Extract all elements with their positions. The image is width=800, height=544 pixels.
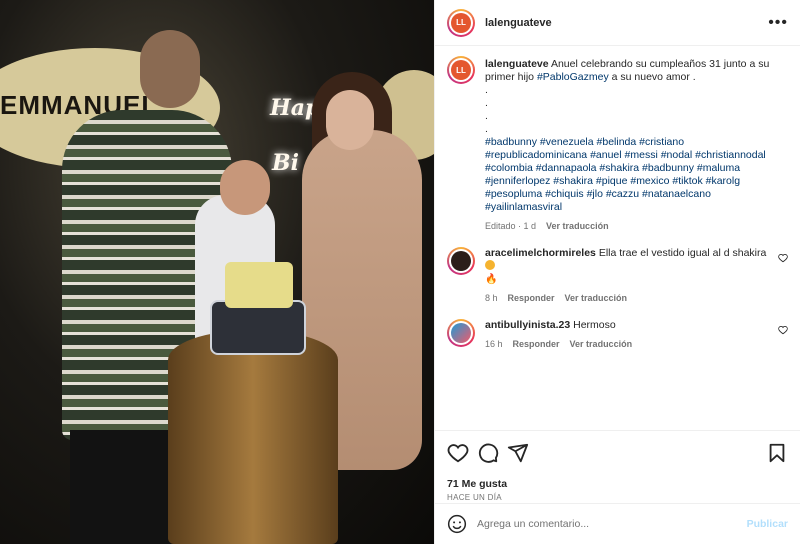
comment-bubble-icon[interactable]	[477, 442, 499, 464]
caption-avatar[interactable]: LL	[447, 56, 475, 84]
comment-time: 8 h	[485, 293, 498, 303]
likes-count[interactable]: 71 Me gusta	[447, 478, 788, 490]
comment-avatar[interactable]	[447, 247, 475, 275]
caption-dot: .	[485, 97, 488, 109]
avatar-image	[451, 251, 471, 271]
man-legs	[70, 430, 170, 544]
comment-meta: 16 h Responder Ver traducción	[485, 338, 775, 351]
like-comment-heart-icon[interactable]	[778, 325, 788, 335]
add-comment-bar: Publicar	[435, 503, 800, 544]
caption-username[interactable]: lalenguateve	[485, 58, 549, 70]
fire-icon: 🔥	[485, 274, 498, 285]
neon-sign-bottom: Bi	[272, 150, 299, 176]
caption: LL lalenguateve Anuel celebrando su cump…	[447, 56, 788, 233]
save-bookmark-icon[interactable]	[766, 442, 788, 464]
comment-avatar[interactable]	[447, 319, 475, 347]
boy-head	[220, 160, 270, 215]
woman-face	[326, 90, 374, 150]
share-paper-plane-icon[interactable]	[507, 442, 529, 464]
caption-dot: .	[485, 110, 488, 122]
comments-scroll[interactable]: LL lalenguateve Anuel celebrando su cump…	[435, 46, 800, 430]
comment-text: Hermoso	[573, 319, 616, 331]
reply-button[interactable]: Responder	[513, 338, 560, 351]
publish-button[interactable]: Publicar	[747, 518, 788, 530]
comment-time: 16 h	[485, 339, 503, 349]
comment-body: antibullyinista.23 Hermoso 16 h Responde…	[485, 319, 775, 351]
action-icons	[447, 441, 788, 465]
comment-body: aracelimelchormireles Ella trae el vesti…	[485, 247, 775, 305]
post-photo[interactable]: EMMANUEL Hap Bi	[0, 0, 434, 544]
avatar-image: LL	[451, 12, 471, 33]
emoji-smile-icon[interactable]	[447, 514, 467, 534]
comment-username[interactable]: aracelimelchormireles	[485, 247, 596, 259]
like-heart-icon[interactable]	[447, 442, 469, 464]
caption-dot: .	[485, 84, 488, 96]
caption-hashtags[interactable]: #badbunny #venezuela #belinda #cristiano…	[485, 136, 785, 214]
caption-meta: Editado · 1 d Ver traducción	[485, 220, 785, 233]
post-timestamp: HACE UN DÍA	[447, 493, 502, 502]
header-username[interactable]: lalenguateve	[485, 17, 552, 29]
caption-mention[interactable]: #PabloGazmey	[537, 71, 609, 83]
comment-text: Ella trae el vestido igual al d shakira	[598, 247, 767, 259]
more-options-icon[interactable]: •••	[768, 14, 788, 32]
avatar[interactable]: LL	[447, 8, 475, 37]
avatar-image: LL	[451, 60, 471, 80]
edited-label: Editado · 1 d	[485, 221, 537, 231]
see-translation-link[interactable]: Ver traducción	[565, 292, 628, 305]
comment-item: antibullyinista.23 Hermoso 16 h Responde…	[447, 319, 788, 351]
reply-button[interactable]: Responder	[508, 292, 555, 305]
cake-bottom-tier	[210, 300, 306, 355]
see-translation-link[interactable]: Ver traducción	[546, 220, 609, 233]
add-comment-input[interactable]	[477, 518, 747, 530]
post-header: LL lalenguateve •••	[435, 0, 800, 46]
avatar-image	[451, 323, 471, 343]
man-head	[140, 30, 200, 108]
comment-username[interactable]: antibullyinista.23	[485, 319, 570, 331]
post-modal: EMMANUEL Hap Bi LL lalenguateve ••• LL l…	[0, 0, 800, 544]
comment-item: aracelimelchormireles Ella trae el vesti…	[447, 247, 788, 305]
caption-dot: .	[485, 123, 488, 135]
see-translation-link[interactable]: Ver traducción	[570, 338, 633, 351]
flushed-face-icon	[485, 260, 495, 270]
caption-body: lalenguateve Anuel celebrando su cumplea…	[485, 58, 785, 233]
post-sidebar: LL lalenguateve ••• LL lalenguateve Anue…	[434, 0, 800, 544]
caption-text-end: a su nuevo amor .	[608, 71, 696, 83]
like-comment-heart-icon[interactable]	[778, 253, 788, 263]
cake-top-tier	[225, 262, 293, 308]
comment-meta: 8 h Responder Ver traducción	[485, 292, 775, 305]
cake-table	[168, 330, 338, 544]
